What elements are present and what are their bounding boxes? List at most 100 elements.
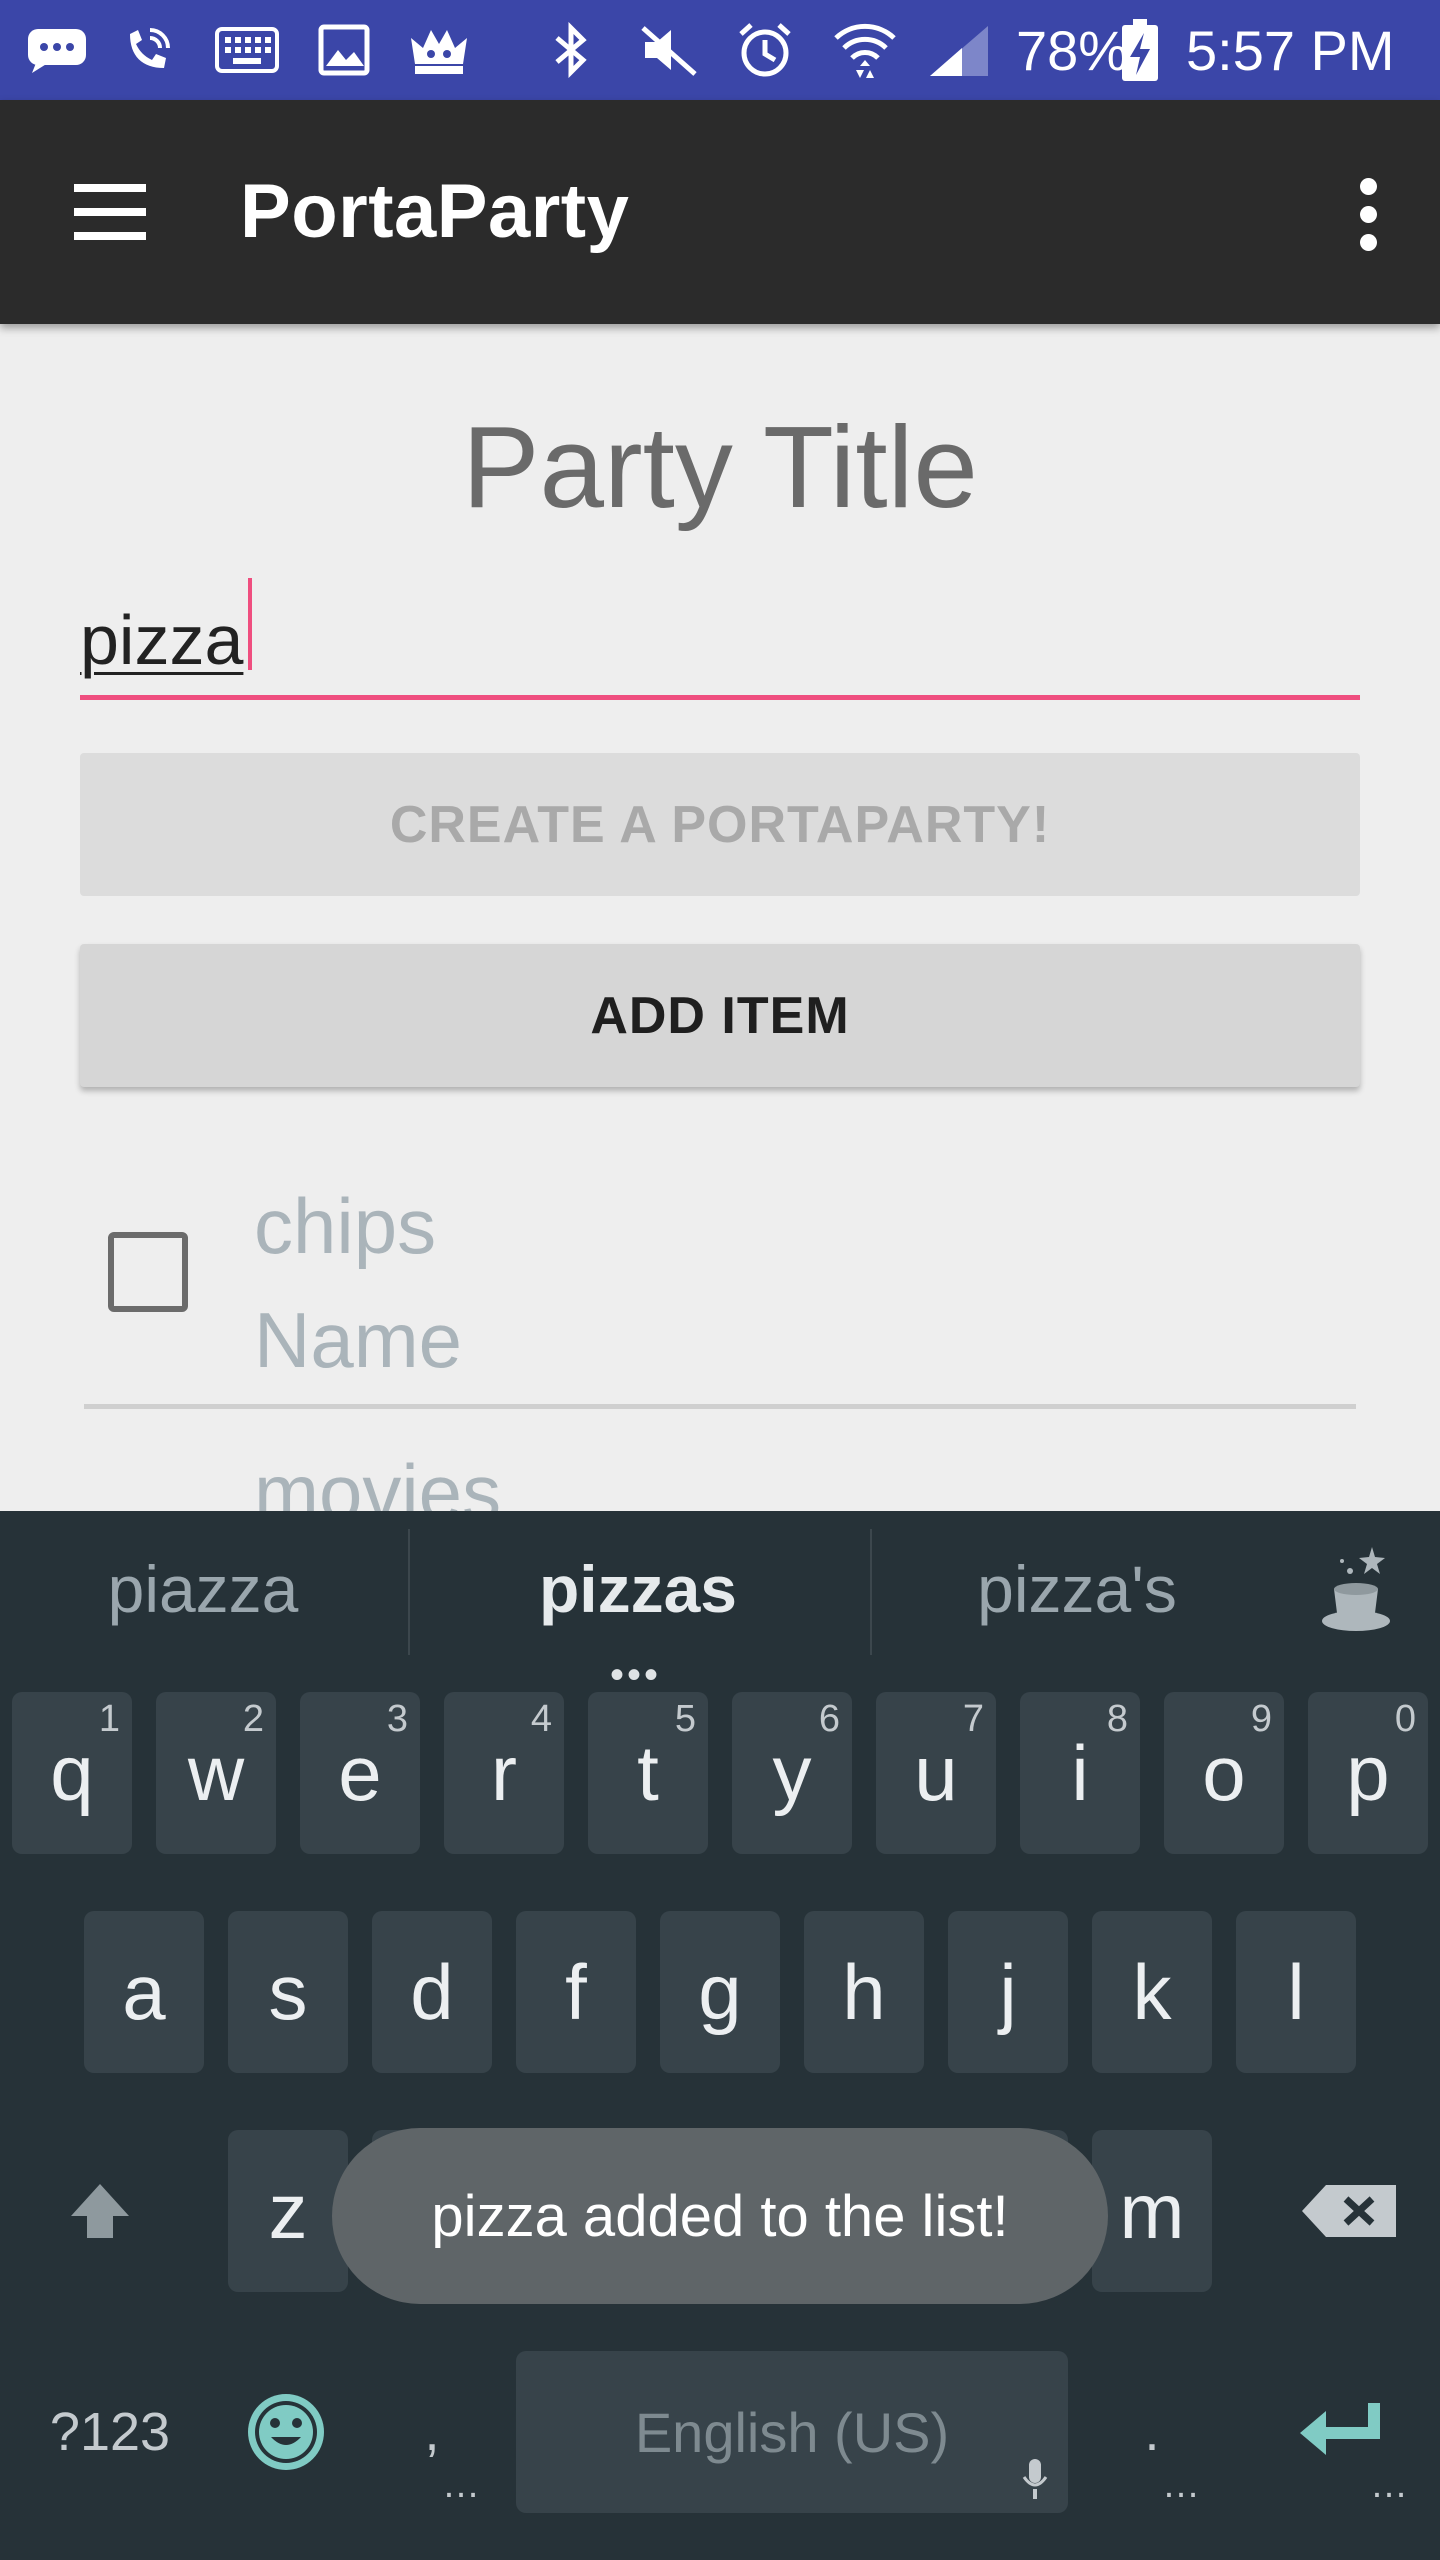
key-y[interactable]: y6 xyxy=(732,1692,852,1854)
toast-message: pizza added to the list! xyxy=(332,2128,1108,2304)
party-title-input-value: pizza xyxy=(80,601,244,679)
suggestion-divider xyxy=(870,1529,872,1655)
key-m[interactable]: m xyxy=(1092,2130,1212,2292)
backspace-key[interactable] xyxy=(1280,2130,1420,2292)
battery-percent: 78% xyxy=(1016,19,1129,82)
key-z[interactable]: z xyxy=(228,2130,348,2292)
item-name-line[interactable]: Name xyxy=(254,1284,462,1396)
battery-charging-icon xyxy=(1118,19,1162,81)
key-label: ?123 xyxy=(49,2402,171,2462)
key-label: a xyxy=(122,1947,166,2036)
key-d[interactable]: d xyxy=(372,1911,492,2073)
space-bar[interactable]: English (US) xyxy=(516,2351,1068,2513)
key-label: . xyxy=(1144,2402,1160,2462)
key-label: s xyxy=(268,1947,308,2036)
key-w[interactable]: w2 xyxy=(156,1692,276,1854)
party-title-heading: Party Title xyxy=(462,402,978,532)
app-title: PortaParty xyxy=(240,169,630,254)
magic-hat-icon[interactable] xyxy=(1316,1541,1396,1641)
key-u[interactable]: u7 xyxy=(876,1692,996,1854)
key-f[interactable]: f xyxy=(516,1911,636,2073)
key-p[interactable]: p0 xyxy=(1308,1692,1428,1854)
key-r[interactable]: r4 xyxy=(444,1692,564,1854)
shift-icon xyxy=(71,2184,129,2238)
key-hint: 6 xyxy=(818,1698,840,1740)
key-label: w xyxy=(187,1728,245,1817)
item-checkbox[interactable] xyxy=(108,1232,188,1312)
text-caret xyxy=(248,578,252,670)
key-hint: … xyxy=(1162,2464,1200,2506)
key-label: e xyxy=(338,1728,382,1817)
key-hint: 4 xyxy=(530,1698,552,1740)
suggestion-bar: piazza pizzas ••• pizza's xyxy=(0,1511,1440,1697)
list-item: movies xyxy=(80,1430,1360,1511)
list-item: chips Name xyxy=(80,1170,1360,1410)
app-bar: PortaParty xyxy=(0,100,1440,324)
key-label: d xyxy=(410,1947,454,2036)
key-hint: … xyxy=(1370,2464,1408,2506)
key-label: u xyxy=(914,1728,958,1817)
item-name-line[interactable]: chips xyxy=(254,1170,436,1282)
key-label: q xyxy=(50,1728,94,1817)
chat-icon xyxy=(22,22,92,78)
key-label: k xyxy=(1132,1947,1172,2036)
key-label: m xyxy=(1119,2166,1185,2255)
key-a[interactable]: a xyxy=(84,1911,204,2073)
more-vert-icon[interactable] xyxy=(1348,168,1388,258)
hamburger-menu-icon[interactable] xyxy=(60,172,160,252)
key-g[interactable]: g xyxy=(660,1911,780,2073)
key-hint: … xyxy=(442,2464,480,2506)
emoji-icon xyxy=(248,2394,324,2470)
key-label: h xyxy=(842,1947,886,2036)
key-hint: 3 xyxy=(386,1698,408,1740)
key-label: l xyxy=(1287,1947,1305,2036)
key-o[interactable]: o9 xyxy=(1164,1692,1284,1854)
wifi-call-icon xyxy=(118,22,178,78)
crown-icon xyxy=(406,22,472,78)
keyboard-icon xyxy=(214,22,280,78)
key-hint: 9 xyxy=(1250,1698,1272,1740)
key-label: o xyxy=(1202,1728,1246,1817)
bluetooth-icon xyxy=(546,22,596,78)
key-l[interactable]: l xyxy=(1236,1911,1356,2073)
key-q[interactable]: q1 xyxy=(12,1692,132,1854)
create-portaparty-button[interactable]: CREATE A PORTAPARTY! xyxy=(80,753,1360,896)
enter-key[interactable]: … xyxy=(1260,2351,1420,2513)
suggestion-item-primary[interactable]: pizzas xyxy=(440,1551,836,1627)
key-label: y xyxy=(772,1728,812,1817)
status-bar: 78% 5:57 PM xyxy=(0,0,1440,100)
symbols-key[interactable]: ?123 xyxy=(40,2351,180,2513)
key-label: r xyxy=(491,1728,517,1817)
key-j[interactable]: j xyxy=(948,1911,1068,2073)
key-s[interactable]: s xyxy=(228,1911,348,2073)
item-name-line[interactable]: movies xyxy=(254,1436,501,1511)
comma-key[interactable]: ,… xyxy=(372,2351,492,2513)
period-key[interactable]: .… xyxy=(1092,2351,1212,2513)
key-hint: 1 xyxy=(98,1698,120,1740)
key-hint: 5 xyxy=(674,1698,696,1740)
key-label: g xyxy=(698,1947,742,2036)
key-label: i xyxy=(1071,1728,1089,1817)
party-title-input[interactable]: pizza xyxy=(80,578,1360,700)
key-t[interactable]: t5 xyxy=(588,1692,708,1854)
wifi-icon xyxy=(832,22,898,78)
emoji-key[interactable] xyxy=(226,2351,346,2513)
key-label: , xyxy=(424,2402,440,2462)
alarm-icon xyxy=(734,22,796,78)
suggestion-item[interactable]: piazza xyxy=(30,1551,376,1627)
key-label: z xyxy=(268,2166,308,2255)
suggestion-item[interactable]: pizza's xyxy=(904,1551,1250,1627)
space-bar-label: English (US) xyxy=(634,2400,950,2464)
shift-key[interactable] xyxy=(40,2130,160,2292)
mute-icon xyxy=(636,22,702,78)
key-h[interactable]: h xyxy=(804,1911,924,2073)
key-hint: 0 xyxy=(1394,1698,1416,1740)
suggestion-divider xyxy=(408,1529,410,1655)
image-icon xyxy=(316,22,372,78)
key-label: t xyxy=(637,1728,659,1817)
key-i[interactable]: i8 xyxy=(1020,1692,1140,1854)
key-e[interactable]: e3 xyxy=(300,1692,420,1854)
key-k[interactable]: k xyxy=(1092,1911,1212,2073)
key-hint: 7 xyxy=(962,1698,984,1740)
add-item-button[interactable]: ADD ITEM xyxy=(80,944,1360,1087)
